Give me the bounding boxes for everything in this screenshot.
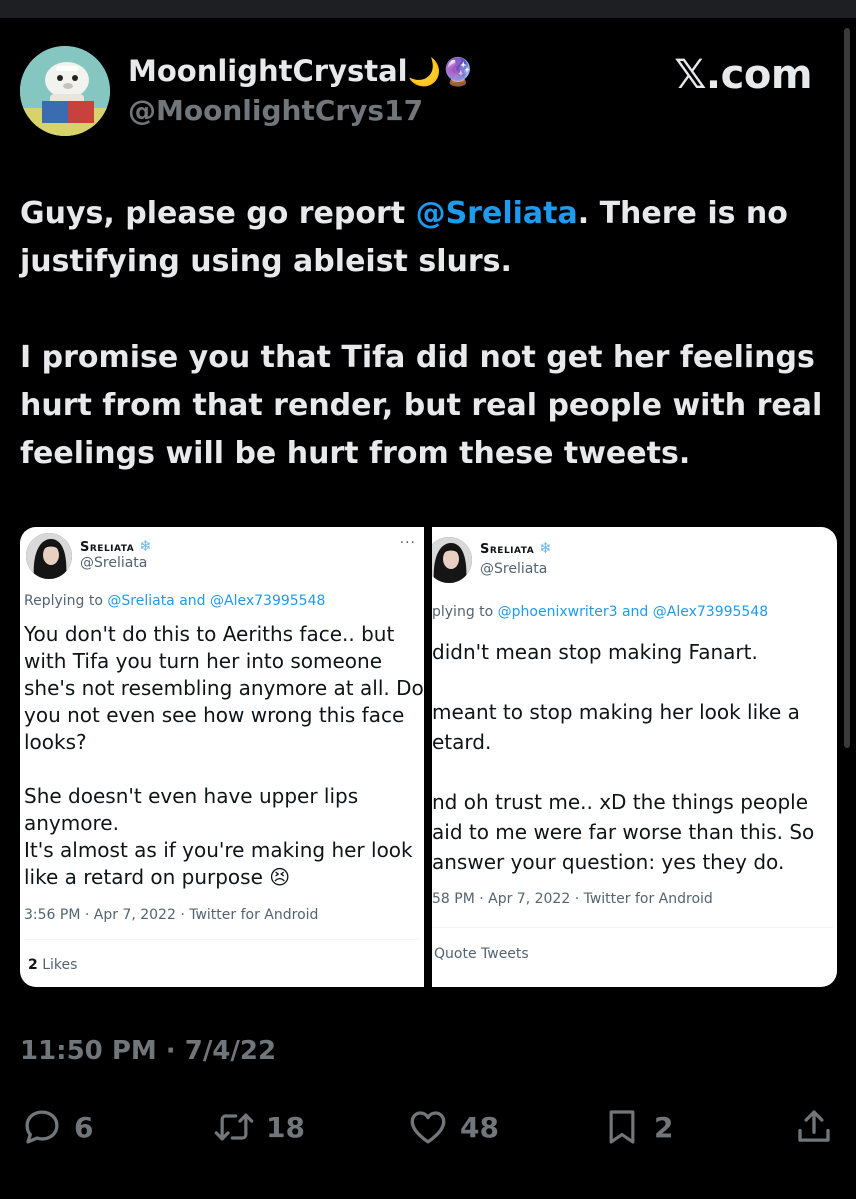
embedded-tweet-screenshot-left[interactable]: Sreliata ❄ @Sreliata ··· Replying to @Sr…	[20, 527, 424, 987]
tweet-line-3: I promise you that Tifa did not get her …	[20, 340, 815, 375]
embedded-avatar	[26, 533, 72, 579]
tweet-line-5: feelings will be hurt from these tweets.	[20, 436, 691, 471]
body-line: answer your question: yes they do.	[432, 850, 785, 874]
reply-icon	[20, 1105, 64, 1149]
heart-icon	[406, 1105, 450, 1149]
replying-to: Replying to @Sreliata and @Alex73995548	[24, 593, 325, 609]
likes-count: 2	[28, 957, 38, 973]
author-avatar[interactable]	[20, 46, 110, 136]
snowflake-icon: ❄	[539, 539, 553, 557]
replying-mentions: @phoenixwriter3 and @Alex73995548	[497, 604, 769, 620]
embedded-name-text: Sreliata	[480, 542, 535, 557]
body-line: etard.	[432, 730, 492, 754]
body-line	[432, 667, 814, 697]
like-button[interactable]: 48	[406, 1104, 499, 1150]
embedded-tweet-body: You don't do this to Aeriths face.. but …	[24, 621, 424, 891]
body-line: anymore.	[24, 811, 119, 835]
top-status-bar	[0, 0, 856, 18]
share-icon	[792, 1105, 836, 1149]
embedded-meta: 58 PM · Apr 7, 2022 · Twitter for Androi…	[432, 891, 713, 907]
body-line: looks?	[24, 730, 87, 754]
reply-count: 6	[74, 1110, 94, 1144]
share-button[interactable]	[792, 1104, 836, 1150]
embedded-meta: 3:56 PM · Apr 7, 2022 · Twitter for Andr…	[24, 907, 319, 923]
reply-button[interactable]: 6	[20, 1104, 93, 1150]
embedded-name: Sreliata ❄	[480, 539, 552, 557]
snowflake-icon: ❄	[139, 537, 153, 555]
likes-label: Likes	[37, 957, 78, 973]
body-line: She doesn't even have upper lips	[24, 784, 359, 808]
tweet-text: Guys, please go report @Sreliata. There …	[20, 190, 830, 478]
divider	[24, 939, 420, 940]
avatar-portrait	[26, 533, 72, 579]
display-name-text: MoonlightCrystal	[128, 54, 408, 88]
replying-mentions: @Sreliata and @Alex73995548	[107, 593, 326, 609]
like-count: 48	[460, 1110, 499, 1144]
tweet-line-1a: Guys, please go report	[20, 196, 416, 231]
replying-prefix: Replying to	[24, 593, 108, 609]
bookmark-button[interactable]: 2	[600, 1104, 673, 1150]
tweet-timestamp[interactable]: 11:50 PM · 7/4/22	[20, 1036, 276, 1066]
scrollbar[interactable]	[844, 28, 850, 748]
tweet-line-4: hurt from that render, but real people w…	[20, 388, 823, 423]
embedded-avatar	[432, 537, 472, 583]
tweet-line: Guys, please go report @Sreliata. There …	[20, 190, 830, 238]
tweet-line-1b: . There is no	[577, 196, 788, 231]
tweet-line-2: justifying using ableist slurs.	[20, 244, 512, 279]
quote-tweets-label: Quote Tweets	[434, 946, 529, 962]
body-line: with Tifa you turn her into someone	[24, 649, 383, 673]
embedded-name: Sreliata ❄	[80, 537, 152, 555]
body-line	[432, 757, 814, 787]
embedded-handle: @Sreliata	[80, 555, 148, 571]
embedded-handle: @Sreliata	[480, 561, 548, 577]
body-line: she's not resembling anymore at all. Do	[24, 676, 424, 700]
bookmark-icon	[600, 1105, 644, 1149]
bookmark-count: 2	[654, 1110, 674, 1144]
avatar-portrait	[432, 537, 472, 583]
name-emojis: 🌙🔮	[407, 57, 475, 88]
divider	[432, 927, 833, 928]
more-options-icon: ···	[399, 535, 416, 551]
author-handle[interactable]: @MoonlightCrys17	[128, 94, 423, 127]
retweet-count: 18	[266, 1110, 305, 1144]
body-line: didn't mean stop making Fanart.	[432, 640, 758, 664]
avatar-illustration	[20, 46, 110, 136]
body-line: You don't do this to Aeriths face.. but	[24, 622, 395, 646]
replying-to: plying to @phoenixwriter3 and @Alex73995…	[432, 604, 768, 620]
embedded-tweet-body: didn't mean stop making Fanart. meant to…	[432, 637, 814, 877]
body-line: It's almost as if you're making her look	[24, 838, 413, 862]
body-line: nd oh trust me.. xD the things people	[432, 790, 809, 814]
body-line: you not even see how wrong this face	[24, 703, 405, 727]
retweet-icon	[212, 1105, 256, 1149]
likes-stat: 2 Likes	[28, 957, 77, 973]
retweet-button[interactable]: 18	[212, 1104, 305, 1150]
body-line: meant to stop making her look like a	[432, 700, 800, 724]
replying-prefix: plying to	[432, 604, 498, 620]
site-watermark: 𝕏.com	[674, 52, 812, 98]
body-line: like a retard on purpose 😣	[24, 865, 291, 889]
body-line	[24, 756, 424, 783]
embedded-name-text: Sreliata	[80, 540, 135, 555]
embedded-tweet-screenshot-right[interactable]: Sreliata ❄ @Sreliata plying to @phoenixw…	[432, 527, 837, 987]
author-display-name[interactable]: MoonlightCrystal🌙🔮	[128, 54, 475, 88]
body-line: aid to me were far worse than this. So	[432, 820, 815, 844]
mention-link[interactable]: @Sreliata	[416, 196, 578, 231]
